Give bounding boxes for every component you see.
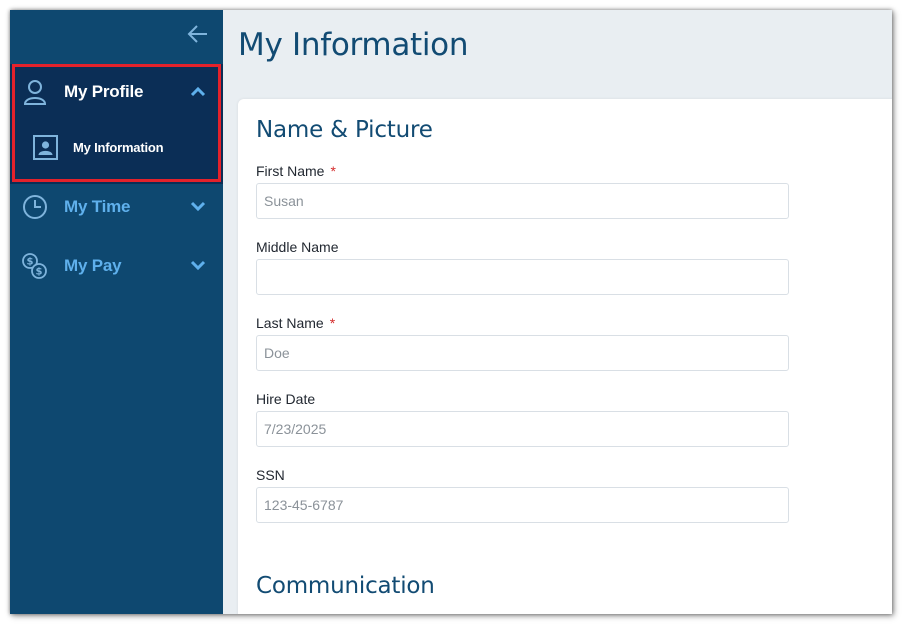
contact-card-icon (33, 135, 58, 160)
required-marker: * (330, 163, 336, 179)
section-title: Name & Picture (256, 117, 433, 143)
hire-date-field[interactable] (256, 411, 789, 447)
sidebar-item-my-pay[interactable]: $ $ My Pay (10, 241, 223, 291)
hire-date-label: Hire Date (256, 391, 315, 407)
field-label-text: Hire Date (256, 391, 316, 407)
person-icon (23, 80, 47, 105)
coins-icon: $ $ (22, 253, 47, 279)
sidebar-subitem-my-information[interactable]: My Information (10, 126, 223, 170)
svg-text:$: $ (27, 257, 34, 268)
field-label-text: First Name (256, 163, 325, 179)
collapse-sidebar-button[interactable] (186, 23, 210, 45)
first-name-label: First Name * (256, 163, 336, 179)
page-title: My Information (238, 27, 469, 63)
section-title: Communication (256, 573, 435, 599)
sidebar-item-my-time[interactable]: My Time (10, 182, 223, 232)
sidebar-subitem-label: My Information (73, 140, 164, 155)
field-label-text: Last Name (256, 315, 324, 331)
last-name-label: Last Name * (256, 315, 335, 331)
arrow-left-icon (187, 25, 207, 43)
ssn-label: SSN (256, 467, 285, 483)
field-label-text: SSN (256, 467, 285, 483)
svg-text:$: $ (36, 267, 43, 278)
ssn-field[interactable] (256, 487, 789, 523)
chevron-down-icon (190, 260, 206, 271)
last-name-field[interactable] (256, 335, 789, 371)
app-window: My Profile My Information My Time $ $ My… (10, 10, 892, 614)
chevron-up-icon (190, 86, 206, 97)
field-label-text: Middle Name (256, 239, 339, 255)
sidebar-item-label: My Pay (64, 256, 122, 275)
first-name-field[interactable] (256, 183, 789, 219)
sidebar-item-label: My Time (64, 197, 131, 216)
sidebar-item-label: My Profile (64, 82, 144, 101)
sidebar: My Profile My Information My Time $ $ My… (10, 10, 223, 614)
required-marker: * (329, 315, 336, 331)
form-card: Name & Picture First Name * Middle Name L… (238, 99, 892, 614)
chevron-down-icon (190, 201, 206, 212)
middle-name-label: Middle Name (256, 239, 338, 255)
middle-name-field[interactable] (256, 259, 789, 295)
clock-icon (23, 195, 47, 219)
sidebar-item-my-profile[interactable]: My Profile (10, 67, 223, 117)
